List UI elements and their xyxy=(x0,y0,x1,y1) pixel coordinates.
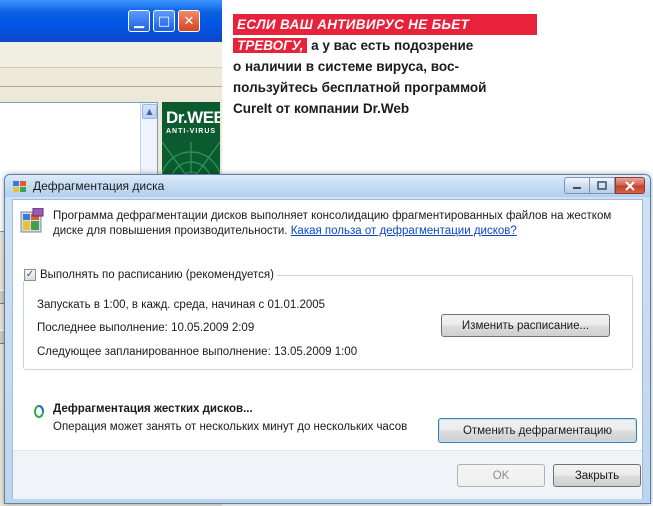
change-schedule-button[interactable]: Изменить расписание... xyxy=(441,314,610,337)
last-run-text: Последнее выполнение: 10.05.2009 2:09 xyxy=(37,322,255,334)
caption-line-5: CureIt от компании Dr.Web xyxy=(233,101,410,116)
defrag-status-title: Дефрагментация жестких дисков... xyxy=(53,403,253,415)
dialog-close-button[interactable] xyxy=(615,177,645,194)
scroll-up-icon[interactable]: ▲ xyxy=(142,104,157,119)
defrag-dialog: Дефрагментация диска Программа дефрагмен… xyxy=(4,174,651,504)
caption-line-2-text: а у вас есть подозрение xyxy=(307,38,474,53)
drweb-logo-subtext: ANTI-VIRUS xyxy=(166,128,217,135)
caption-line-4: пользуйтесь бесплатной программой xyxy=(233,80,487,95)
magazine-caption: ЕСЛИ ВАШ АНТИВИРУС НЕ БЬЕТ ТРЕВОГУ, а у … xyxy=(233,14,593,119)
minimize-button[interactable]: ▁ xyxy=(128,10,150,32)
cancel-defrag-button[interactable]: Отменить дефрагментацию xyxy=(438,418,637,443)
background-titlebar: ▁ □ ✕ xyxy=(0,0,222,42)
disk-defrag-icon xyxy=(20,208,44,233)
caption-highlight-text: ЕСЛИ ВАШ АНТИВИРУС НЕ БЬЕТ xyxy=(237,17,470,32)
schedule-checkbox[interactable]: ✓ xyxy=(24,269,36,281)
dialog-titlebar[interactable]: Дефрагментация диска xyxy=(5,175,650,197)
maximize-icon xyxy=(597,181,607,190)
dialog-title: Дефрагментация диска xyxy=(33,179,165,193)
maximize-icon: □ xyxy=(157,13,171,29)
caption-line-3: о наличии в системе вируса, вос- xyxy=(233,59,459,74)
help-link[interactable]: Какая польза от дефрагментации дисков? xyxy=(291,225,517,237)
run-info-text: Запускать в 1:00, в кажд. среда, начиная… xyxy=(37,299,326,311)
minimize-icon: ▁ xyxy=(134,13,144,29)
caption-line-2: ТРЕВОГУ, а у вас есть подозрение xyxy=(233,35,593,56)
close-icon xyxy=(625,180,635,191)
busy-spinner-icon xyxy=(34,405,44,418)
ok-button[interactable]: OK xyxy=(457,464,545,487)
background-separator xyxy=(0,86,222,87)
minimize-icon xyxy=(573,186,581,189)
next-run-text: Следующее запланированное выполнение: 13… xyxy=(37,346,358,358)
drweb-logo-text: Dr.WEB xyxy=(166,108,220,127)
caption-highlight-word: ТРЕВОГУ, xyxy=(233,38,308,53)
defrag-app-icon xyxy=(13,181,26,192)
dialog-maximize-button[interactable] xyxy=(590,177,615,194)
dialog-footer xyxy=(13,451,642,499)
schedule-checkbox-label: Выполнять по расписанию (рекомендуется) xyxy=(40,269,274,281)
close-button[interactable]: ✕ xyxy=(178,10,200,32)
description-text: Программа дефрагментации дисков выполняе… xyxy=(53,209,633,239)
schedule-checkbox-row[interactable]: ✓ Выполнять по расписанию (рекомендуется… xyxy=(21,269,277,281)
defrag-status-note: Операция может занять от нескольких мину… xyxy=(53,421,408,433)
close-icon: ✕ xyxy=(183,13,195,29)
dialog-minimize-button[interactable] xyxy=(564,177,590,194)
background-menubar xyxy=(0,42,222,68)
dialog-content: Программа дефрагментации дисков выполняе… xyxy=(12,199,643,499)
maximize-button[interactable]: □ xyxy=(153,10,175,32)
close-dialog-button[interactable]: Закрыть xyxy=(553,464,641,487)
caption-line-1: ЕСЛИ ВАШ АНТИВИРУС НЕ БЬЕТ xyxy=(233,14,537,35)
